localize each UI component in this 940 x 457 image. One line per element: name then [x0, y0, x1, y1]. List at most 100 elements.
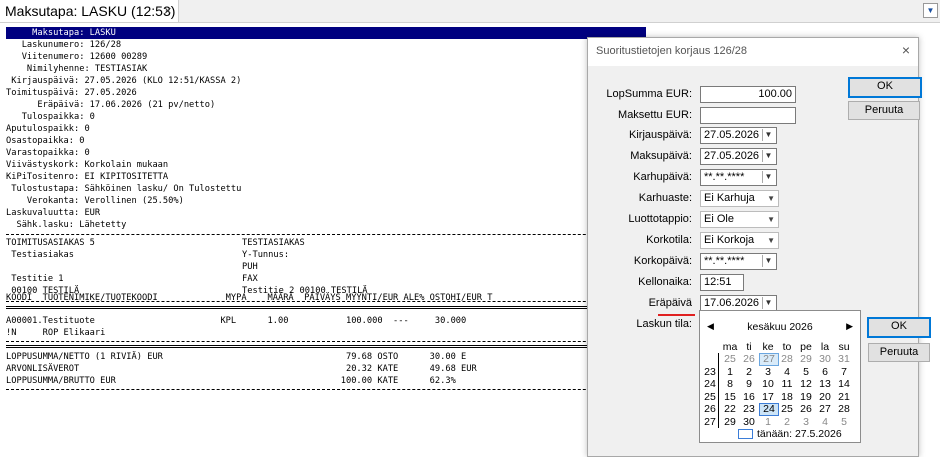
- calendar-day[interactable]: 26: [797, 403, 815, 416]
- calendar-day[interactable]: 23: [740, 403, 758, 416]
- calendar-month-title: kesäkuu 2026: [747, 321, 813, 333]
- chevron-down-icon[interactable]: ▼: [762, 297, 774, 309]
- calendar-day[interactable]: 14: [835, 378, 853, 391]
- chevron-left-icon[interactable]: ◀: [707, 321, 714, 332]
- cancel-button[interactable]: Peruuta: [848, 101, 920, 120]
- chevron-down-icon: ▼: [767, 236, 775, 245]
- calendar-day[interactable]: 3: [759, 366, 777, 379]
- totals-line: LOPPUSUMMA/BRUTTO EUR 100.00 KATE 62.3%: [6, 376, 456, 386]
- calendar-cancel-button[interactable]: Peruuta: [868, 343, 930, 362]
- karhuaste-select[interactable]: Ei Karhuja ▼: [700, 190, 779, 207]
- calendar-day[interactable]: 8: [721, 378, 739, 391]
- kirjauspaiva-picker[interactable]: 27.05.2026 ▼: [700, 127, 777, 144]
- calendar-day[interactable]: 4: [778, 366, 796, 379]
- close-icon[interactable]: ×: [902, 42, 910, 58]
- calendar-header: kesäkuu 2026 ◀ ▶: [700, 321, 860, 335]
- calendar-day[interactable]: 2: [740, 366, 758, 379]
- kellonaika-label: Kellonaika:: [638, 276, 692, 288]
- calendar-day[interactable]: 12: [797, 378, 815, 391]
- karhuaste-value: Ei Karhuja: [704, 192, 755, 204]
- header-line-selected: Maksutapa: LASKU: [6, 27, 646, 39]
- calendar-day[interactable]: 13: [816, 378, 834, 391]
- chevron-down-icon: ▼: [767, 215, 775, 224]
- calendar-day[interactable]: 20: [816, 391, 834, 404]
- tab-maksutapa[interactable]: Maksutapa: LASKU (12:53) ×: [0, 0, 179, 22]
- close-icon[interactable]: ×: [164, 3, 172, 18]
- calendar-day[interactable]: 1: [759, 416, 777, 429]
- calendar-day[interactable]: 18: [778, 391, 796, 404]
- calendar-day[interactable]: 7: [835, 366, 853, 379]
- calendar-day[interactable]: 17: [759, 391, 777, 404]
- calendar-day[interactable]: 15: [721, 391, 739, 404]
- header-line: Viitenumero: 12600 00289: [6, 52, 148, 62]
- chevron-right-icon[interactable]: ▶: [846, 321, 853, 332]
- korkopaiva-value: **.**.****: [704, 255, 745, 267]
- weekday-header: to: [782, 341, 792, 353]
- chevron-down-icon[interactable]: ▼: [762, 255, 774, 267]
- calendar-day[interactable]: 30: [816, 353, 834, 366]
- korkopaiva-picker[interactable]: **.**.**** ▼: [700, 253, 777, 270]
- ok-button[interactable]: OK: [848, 77, 922, 98]
- header-line: KiPiTositenro: EI KIPITOSITETTA: [6, 172, 169, 182]
- calendar-day[interactable]: 19: [797, 391, 815, 404]
- calendar-day[interactable]: 25: [778, 403, 796, 416]
- calendar-day[interactable]: 11: [778, 378, 796, 391]
- calendar-day[interactable]: 5: [835, 416, 853, 429]
- calendar-day[interactable]: 24: [759, 403, 779, 416]
- header-line: Varastopaikka: 0: [6, 148, 90, 158]
- luottotappio-select[interactable]: Ei Ole ▼: [700, 211, 779, 228]
- chevron-down-icon[interactable]: ▼: [923, 3, 938, 18]
- calendar-day[interactable]: 4: [816, 416, 834, 429]
- calendar-day[interactable]: 22: [721, 403, 739, 416]
- divider: [6, 345, 646, 348]
- maksupaiva-picker[interactable]: 27.05.2026 ▼: [700, 148, 777, 165]
- week-number: 23: [704, 365, 716, 378]
- maksettu-input[interactable]: [700, 107, 796, 124]
- calendar-day[interactable]: 2: [778, 416, 796, 429]
- chevron-down-icon[interactable]: ▼: [762, 150, 774, 162]
- table-header: KOODI TUOTENIMIKE/TUOTEKOODI MYPA MÄÄRÄ …: [6, 293, 493, 303]
- calendar-day[interactable]: 29: [721, 416, 739, 429]
- dialog-title: Suoritustietojen korjaus 126/28: [596, 45, 748, 57]
- calendar-day[interactable]: 9: [740, 378, 758, 391]
- kellonaika-input[interactable]: 12:51: [700, 274, 744, 291]
- calendar-day[interactable]: 1: [721, 366, 739, 379]
- calendar-day[interactable]: 27: [816, 403, 834, 416]
- calendar-day[interactable]: 26: [740, 353, 758, 366]
- chevron-down-icon[interactable]: ▼: [762, 129, 774, 141]
- calendar-day[interactable]: 3: [797, 416, 815, 429]
- korkotila-select[interactable]: Ei Korkoja ▼: [700, 232, 779, 249]
- calendar-day[interactable]: 16: [740, 391, 758, 404]
- calendar-day[interactable]: 31: [835, 353, 853, 366]
- chevron-down-icon: ▼: [767, 194, 775, 203]
- calendar-day[interactable]: 28: [835, 403, 853, 416]
- calendar-day[interactable]: 27: [759, 353, 779, 366]
- calendar-ok-button[interactable]: OK: [867, 317, 931, 338]
- weekday-header: pe: [800, 341, 812, 353]
- calendar-popup: kesäkuu 2026 ◀ ▶ ma ti ke to pe la su 23 24 25 26 2…: [699, 310, 861, 443]
- chevron-down-icon[interactable]: ▼: [762, 171, 774, 183]
- header-line: Viivästyskork: Korkolain mukaan: [6, 160, 169, 170]
- lopsumma-input[interactable]: 100.00: [700, 86, 796, 103]
- calendar-day[interactable]: 25: [721, 353, 739, 366]
- calendar-day[interactable]: 30: [740, 416, 758, 429]
- address-right-line: PUH: [242, 262, 258, 272]
- calendar-day[interactable]: 28: [778, 353, 796, 366]
- calendar-day[interactable]: 6: [816, 366, 834, 379]
- week-number: 24: [704, 378, 716, 390]
- calendar-today[interactable]: tänään: 27.5.2026: [738, 428, 842, 440]
- divider: [6, 341, 646, 342]
- calendar-day[interactable]: 29: [797, 353, 815, 366]
- calendar-day[interactable]: 5: [797, 366, 815, 379]
- calendar-day[interactable]: 21: [835, 391, 853, 404]
- tab-bar: Maksutapa: LASKU (12:53) × ▼: [0, 0, 940, 23]
- totals-line: ARVONLISÄVEROT 20.32 KATE 49.68 EUR: [6, 364, 477, 374]
- karhupaiva-value: **.**.****: [704, 171, 745, 183]
- week-number: 25: [704, 390, 716, 403]
- header-line: Verokanta: Verollinen (25.50%): [6, 196, 184, 206]
- karhupaiva-picker[interactable]: **.**.**** ▼: [700, 169, 777, 186]
- weekday-header: ti: [746, 341, 752, 353]
- luottotappio-label: Luottotappio:: [628, 213, 692, 225]
- weekday-header: la: [820, 341, 830, 353]
- calendar-day[interactable]: 10: [759, 378, 777, 391]
